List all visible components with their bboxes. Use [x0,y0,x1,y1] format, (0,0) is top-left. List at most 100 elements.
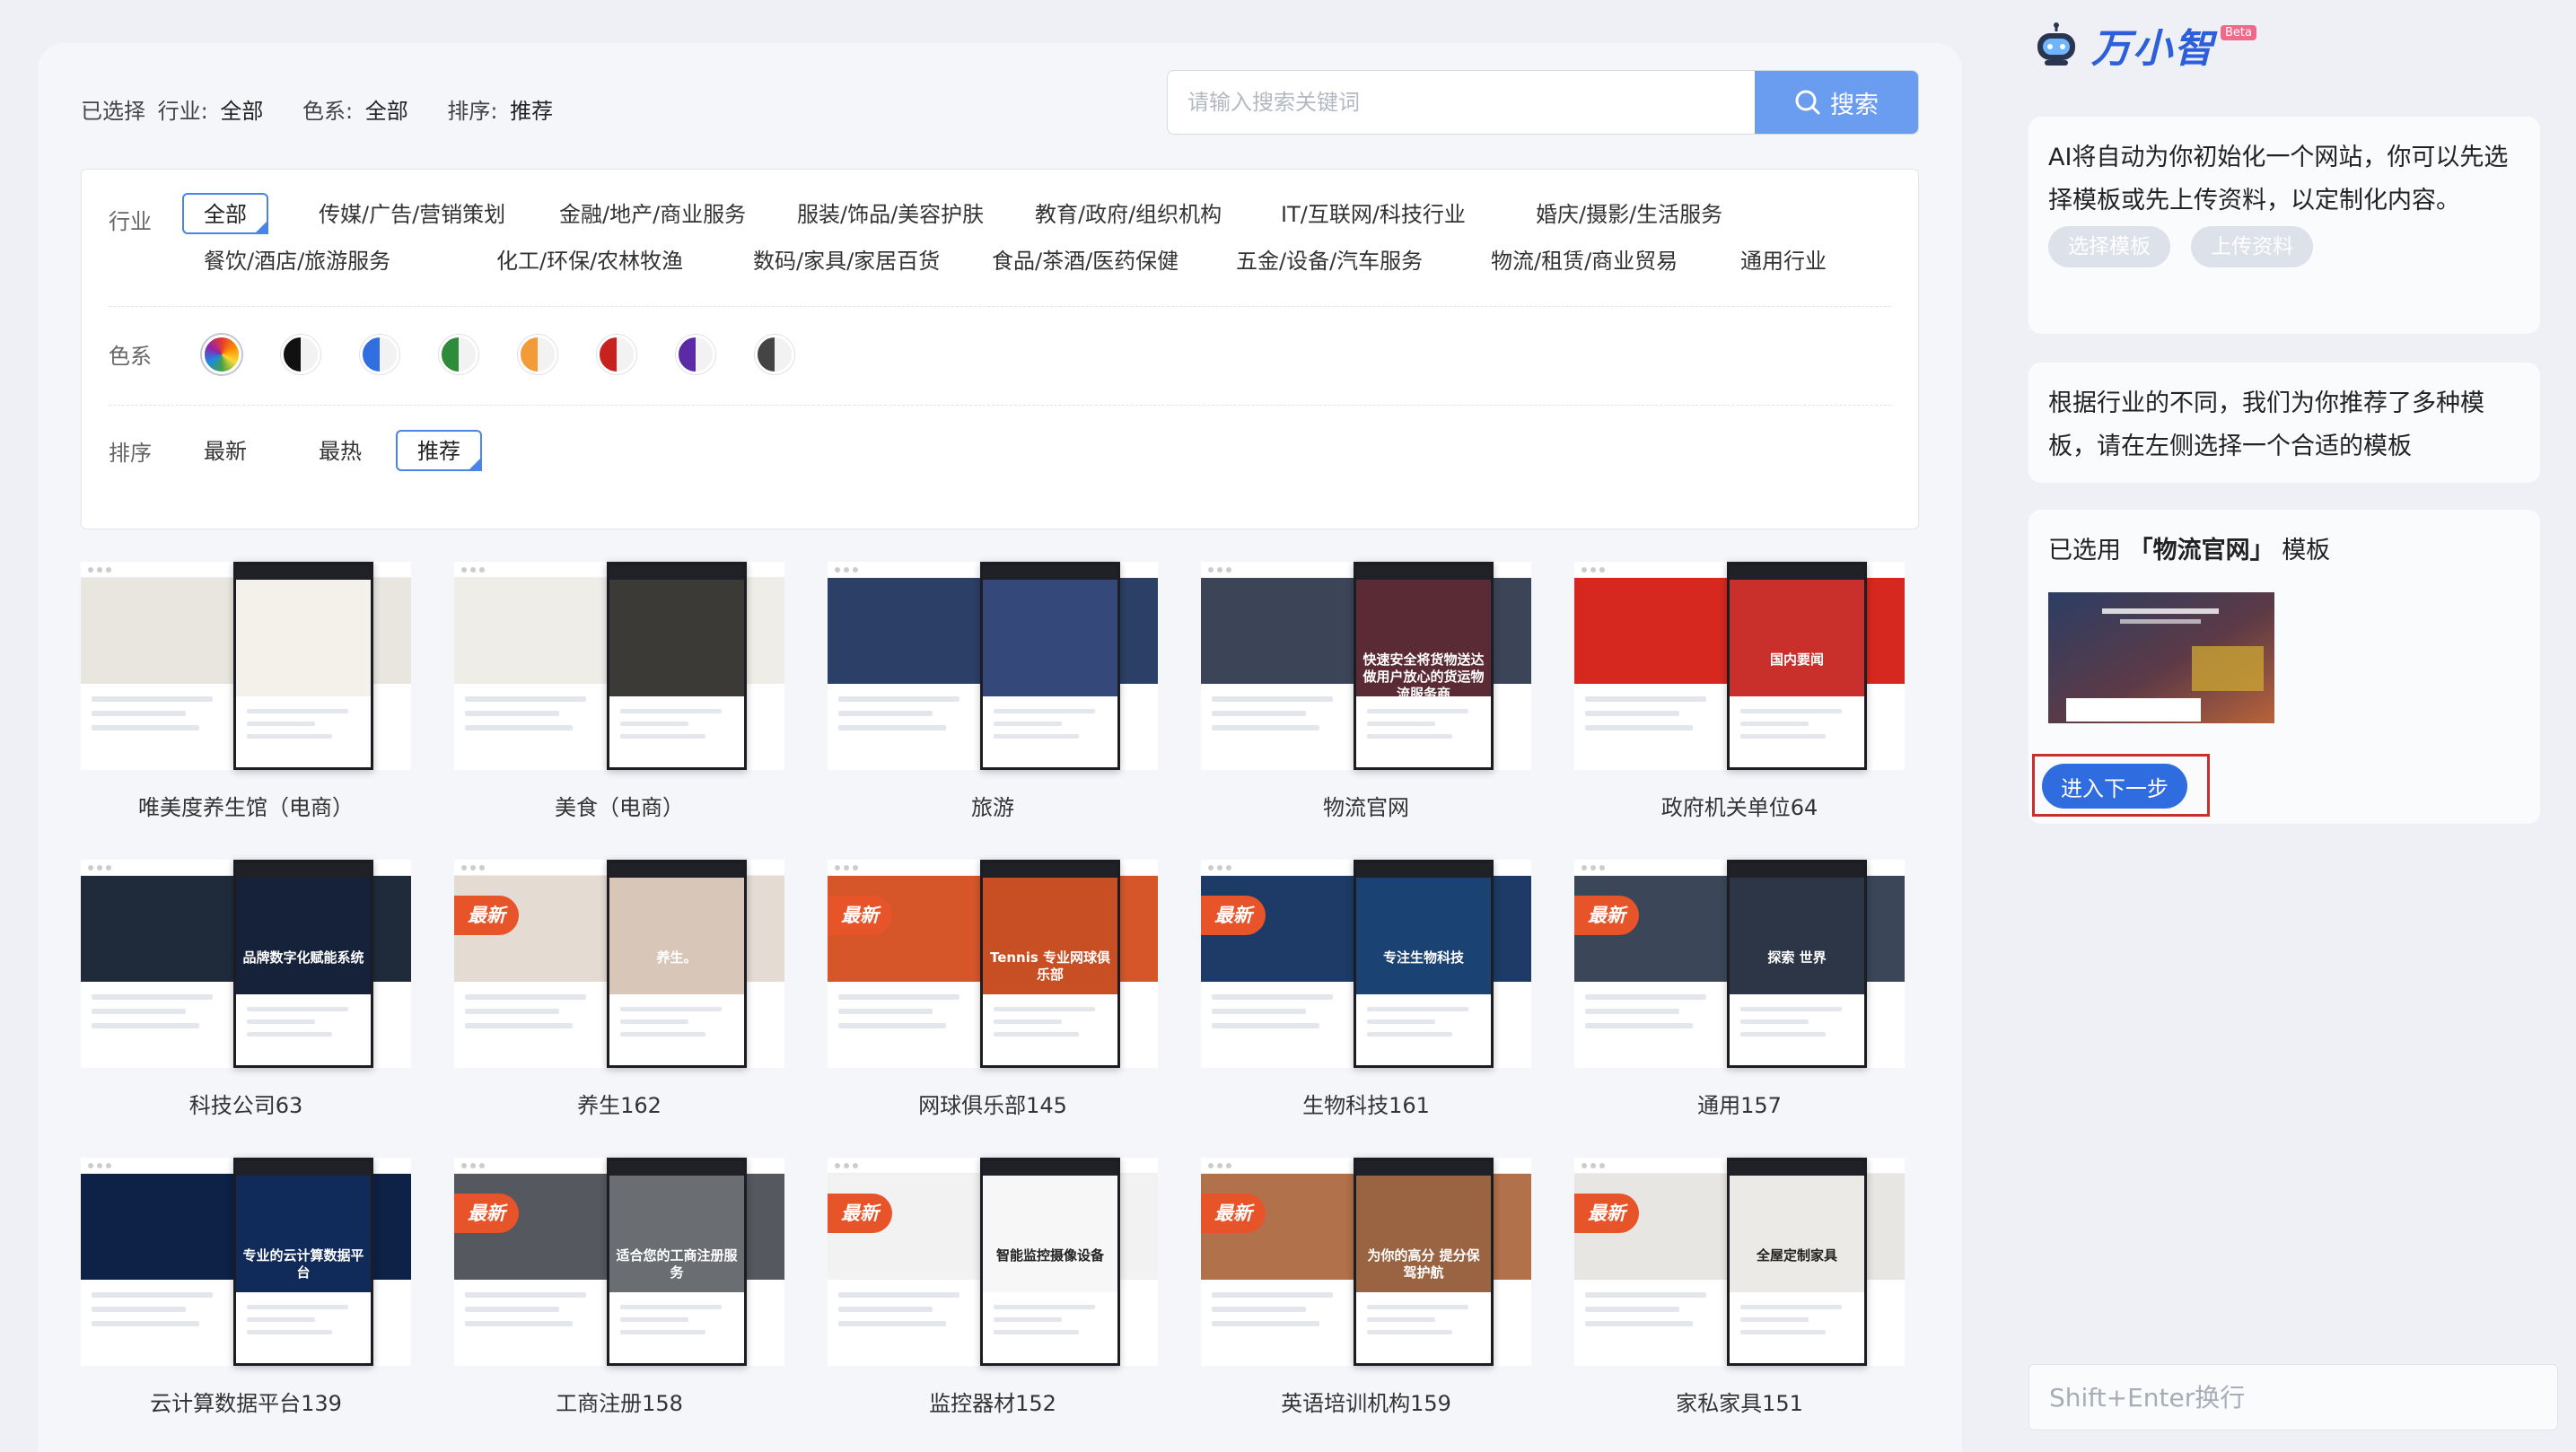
search-button[interactable]: 搜索 [1755,71,1918,134]
upload-material-button[interactable]: 上传资料 [2191,226,2314,267]
mobile-preview: Tennis 专业网球俱乐部 [980,860,1120,1068]
choose-template-button[interactable]: 选择模板 [2048,226,2170,267]
summary-prefix: 已选择 [81,99,145,124]
new-badge: 最新 [1574,1194,1639,1233]
color-filter-label: 色系 [109,344,152,369]
template-thumbnail [828,562,1158,770]
chat-input[interactable] [2028,1364,2558,1430]
template-thumbnail: 快速安全将货物送达 做用户放心的货运物流服务商 [1201,562,1531,770]
industry-filter-label: 行业 [109,209,152,234]
template-name: 美食（电商） [555,795,684,820]
template-thumbnail: 专业的云计算数据平台 [81,1158,411,1366]
summary-color-value: 全部 [364,99,408,124]
new-badge: 最新 [1201,1194,1266,1233]
summary-sort-value: 推荐 [510,99,554,124]
template-card[interactable]: 最新 养生。 养生162 [454,860,784,1129]
mobile-preview: 为你的高分 提分保驾护航 [1354,1158,1494,1366]
selected-template-preview [2048,592,2274,723]
color-swatch[interactable] [518,335,557,374]
color-swatch[interactable] [439,335,478,374]
template-thumbnail: 最新 适合您的工商注册服务 [454,1158,784,1366]
industry-filter-row: 行业 全部传媒/广告/营销策划金融/地产/商业服务服装/饰品/美容护肤教育/政府… [109,193,1891,286]
template-card[interactable]: 品牌数字化赋能系统科技公司63 [81,860,411,1129]
template-grid: 唯美度养生馆（电商） 美食（电商） 旅游 快速安全将货物送达 做用户放心的货运物流服务… [81,551,1948,1452]
mobile-preview-headline: 适合您的工商注册服务 [616,1247,738,1281]
mobile-preview: 快速安全将货物送达 做用户放心的货运物流服务商 [1354,562,1494,770]
industry-option[interactable]: 全部 [182,193,268,240]
mobile-preview: 国内要闻 [1727,562,1867,770]
template-card[interactable]: 国内要闻 政府机关单位64 [1574,562,1905,831]
color-swatch[interactable] [597,335,636,374]
industry-option[interactable]: 食品/茶酒/医药保健 [970,240,1200,281]
mobile-preview [233,562,373,770]
industry-option[interactable]: 教育/政府/组织机构 [1013,193,1243,234]
template-name: 云计算数据平台139 [150,1391,342,1416]
mobile-preview-headline: 专注生物科技 [1382,949,1464,966]
mobile-preview: 全屋定制家具 [1727,1158,1867,1366]
template-name: 通用157 [1697,1093,1782,1118]
color-swatch[interactable] [360,335,399,374]
template-card[interactable]: 快速安全将货物送达 做用户放心的货运物流服务商 物流官网 [1201,562,1531,831]
industry-option[interactable]: 婚庆/摄影/生活服务 [1514,193,1744,234]
color-swatch[interactable] [281,335,320,374]
mobile-preview-headline: 探索 世界 [1767,949,1827,966]
brand-name: 万小智 [2091,26,2215,72]
template-thumbnail: 最新 Tennis 专业网球俱乐部 [828,860,1158,1068]
industry-option[interactable]: 物流/租赁/商业贸易 [1469,240,1699,281]
template-thumbnail: 品牌数字化赋能系统 [81,860,411,1068]
industry-option[interactable]: 五金/设备/汽车服务 [1214,240,1444,281]
new-badge: 最新 [828,896,892,935]
selected-suffix: 模板 [2282,537,2331,564]
mobile-preview-headline: 品牌数字化赋能系统 [242,949,364,966]
template-thumbnail [81,562,411,770]
template-name: 英语培训机构159 [1281,1391,1451,1416]
summary-industry-label: 行业: [157,99,208,124]
template-card[interactable]: 最新 适合您的工商注册服务工商注册158 [454,1158,784,1427]
template-name: 唯美度养生馆（电商） [138,795,354,820]
color-swatch[interactable] [676,335,715,374]
template-thumbnail [454,562,784,770]
color-swatch[interactable] [755,335,794,374]
industry-option[interactable]: IT/互联网/科技行业 [1259,193,1487,234]
search-box: 搜索 [1167,70,1919,135]
color-filter-row: 色系 [109,328,1891,385]
industry-option[interactable]: 化工/环保/农林牧渔 [475,240,705,281]
template-name: 监控器材152 [929,1391,1056,1416]
summary-color-label: 色系: [302,99,354,124]
industry-option[interactable]: 通用行业 [1719,240,1848,281]
industry-option[interactable]: 传媒/广告/营销策划 [297,193,527,234]
industry-option[interactable]: 金融/地产/商业服务 [538,193,767,234]
sort-option[interactable]: 最热 [297,430,383,471]
mobile-preview-headline: 养生。 [656,949,697,966]
industry-option[interactable]: 服装/饰品/美容护肤 [775,193,1005,234]
next-step-highlight: 进入下一步 [2032,754,2210,817]
mobile-preview-headline: 快速安全将货物送达 做用户放心的货运物流服务商 [1362,652,1485,702]
template-thumbnail: 最新全屋定制家具 [1574,1158,1905,1366]
mobile-preview-headline: 专业的云计算数据平台 [242,1247,364,1281]
message-text: 根据行业的不同，我们为你推荐了多种模板，请在左侧选择一个合适的模板 [2048,389,2484,460]
template-card[interactable]: 最新 智能监控摄像设备 监控器材152 [828,1158,1158,1427]
template-card[interactable]: 专业的云计算数据平台云计算数据平台139 [81,1158,411,1427]
color-swatch-all[interactable] [202,335,241,374]
assistant-message-intro: AI将自动为你初始化一个网站，你可以先选择模板或先上传资料，以定制化内容。 选择… [2028,117,2540,334]
template-card[interactable]: 最新 为你的高分 提分保驾护航英语培训机构159 [1201,1158,1531,1427]
template-card[interactable]: 美食（电商） [454,562,784,831]
sort-option[interactable]: 推荐 [396,430,482,477]
template-card[interactable]: 唯美度养生馆（电商） [81,562,411,831]
template-card[interactable]: 最新 探索 世界 通用157 [1574,860,1905,1129]
mobile-preview-headline: 全屋定制家具 [1756,1247,1837,1264]
template-card[interactable]: 最新 Tennis 专业网球俱乐部 网球俱乐部145 [828,860,1158,1129]
search-input[interactable] [1168,71,1755,134]
next-step-button[interactable]: 进入下一步 [2042,764,2187,809]
template-name: 工商注册158 [556,1391,683,1416]
template-card[interactable]: 旅游 [828,562,1158,831]
sort-filter-label: 排序 [109,441,152,466]
template-card[interactable]: 最新 专注生物科技 生物科技161 [1201,860,1531,1129]
industry-option[interactable]: 数码/家具/家居百货 [732,240,961,281]
sort-option[interactable]: 最新 [182,430,268,471]
mobile-preview: 探索 世界 [1727,860,1867,1068]
template-card[interactable]: 最新 全屋定制家具 家私家具151 [1574,1158,1905,1427]
mobile-preview: 养生。 [607,860,747,1068]
industry-option[interactable]: 餐饮/酒店/旅游服务 [182,240,412,281]
template-name: 科技公司63 [188,1093,303,1118]
